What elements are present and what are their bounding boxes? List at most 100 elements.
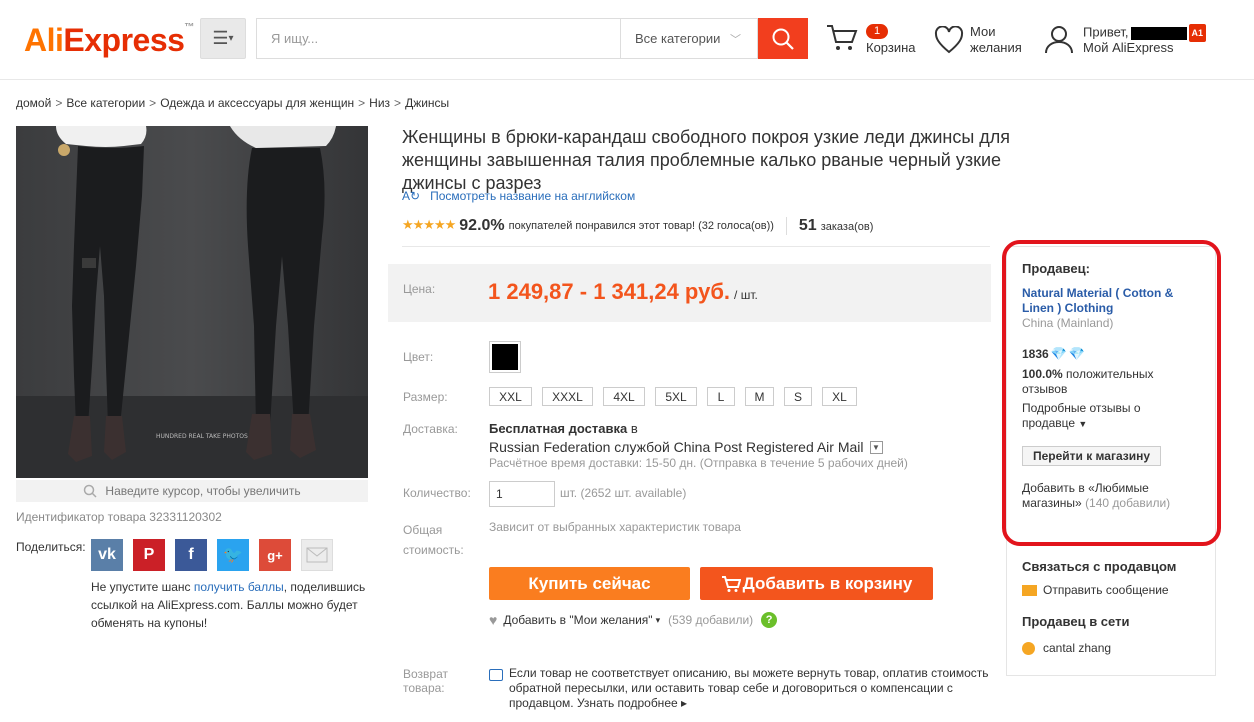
breadcrumb-women-clothing[interactable]: Одежда и аксессуары для женщин [160,96,354,110]
shipping-dropdown-icon[interactable]: ▼ [869,440,883,454]
add-to-cart-button[interactable]: Добавить в корзину [700,567,933,600]
translate-link[interactable]: A↻ Посмотреть название на английском [402,189,635,203]
rating-row: ★★★★★ 92.0% покупателей понравился этот … [402,217,990,247]
size-option-5xl[interactable]: 5XL [655,387,697,406]
size-option-xxxl[interactable]: XXXL [542,387,593,406]
share-label: Поделиться: [16,540,86,554]
category-select[interactable]: Все категории ﹀ [620,18,758,59]
search-field[interactable] [256,18,620,59]
member-level-badge: A1 [1188,24,1207,42]
category-menu-button[interactable]: ☰ ▾ [200,18,246,59]
wishlist-line-2: желания [970,40,1022,55]
share-promo: Не упустите шанс получить баллы, поделив… [91,578,381,632]
heart-icon[interactable] [934,26,964,54]
site-header: AliExpress™ ☰▾ Все категории ﹀ 1 Корзина… [0,0,1254,80]
returns-label-line-1: Возврат [403,667,448,681]
product-title: Женщины в брюки-карандаш свободного покр… [402,127,1011,193]
google-plus-icon: g+ [267,547,283,563]
size-option-s[interactable]: S [784,387,812,406]
product-photo: HUNDRED REAL TAKE PHOTOS [16,126,368,478]
search-input[interactable] [271,31,606,46]
return-policy-icon [489,669,503,681]
total-label-line-1: Общая [403,523,443,537]
add-to-cart-label: Добавить в корзину [742,573,913,593]
hamburger-icon: ☰ [212,28,229,48]
help-icon[interactable]: ? [761,612,778,628]
total-label: Общая стоимость: [403,520,464,560]
favorite-store-count: (140 добавили) [1085,496,1171,510]
orders-count: 51 заказа(ов) [785,217,873,235]
size-option-xxl[interactable]: XXL [489,387,532,406]
detailed-feedback-dropdown[interactable]: Подробные отзывы о продавце ▼ [1022,401,1192,432]
send-message-link[interactable]: Отправить сообщение [1022,583,1169,597]
product-main-image[interactable]: HUNDRED REAL TAKE PHOTOS [16,126,368,478]
total-note: Зависит от выбранных характеристик товар… [489,520,741,534]
shipping-method-text: Russian Federation службой China Post Re… [489,439,864,455]
cart-link[interactable]: Корзина [866,40,916,55]
wishlist-link[interactable]: Мои желания [970,24,1030,56]
seller-score[interactable]: 1836 💎 💎 [1022,346,1085,362]
shipping-method[interactable]: Russian Federation службой China Post Re… [489,439,883,455]
vk-share-button[interactable]: vk [91,539,123,571]
email-share-button[interactable] [301,539,333,571]
size-option-4xl[interactable]: 4XL [603,387,645,406]
breadcrumb-home[interactable]: домой [16,96,51,110]
zoom-hint-text: Наведите курсор, чтобы увеличить [105,484,301,498]
returns-label: Возврат товара: [403,667,448,695]
learn-more-link[interactable]: Узнать подробнее ▸ [577,696,687,710]
price-value: 1 249,87 - 1 341,24 руб. / шт. [488,279,758,305]
seller-heading: Продавец: [1022,261,1090,276]
chevron-down-icon: ﹀ [730,34,741,46]
price-label: Цена: [403,282,436,296]
size-option-xl[interactable]: XL [822,387,857,406]
size-label: Размер: [403,390,448,404]
size-option-l[interactable]: L [707,387,735,406]
cart-icon[interactable] [826,24,858,52]
aliexpress-logo[interactable]: AliExpress™ [24,22,194,59]
color-option-black[interactable] [489,341,521,373]
magnifier-icon [84,484,97,498]
seller-location: China (Mainland) [1022,316,1114,330]
color-swatch-fill [492,344,518,370]
facebook-icon: f [188,546,194,563]
breadcrumb-all-categories[interactable]: Все категории [66,96,145,110]
seller-name-link[interactable]: Natural Material ( Cotton & Linen ) Clot… [1022,286,1192,316]
caret-down-icon: ▼ [1078,419,1088,429]
search-icon [772,28,794,50]
zoom-hint: Наведите курсор, чтобы увеличить [16,480,368,502]
wishlist-line-1: Мои [970,24,996,39]
star-rating-icon: ★★★★★ [402,217,456,232]
go-to-store-button[interactable]: Перейти к магазину [1022,446,1161,466]
user-icon[interactable] [1044,24,1074,54]
size-option-m[interactable]: M [745,387,774,406]
returns-text: Если товар не соответствует описанию, вы… [509,666,991,711]
get-points-link[interactable]: получить баллы [194,580,284,594]
total-label-line-2: стоимость: [403,543,464,557]
diamond-icon: 💎 [1068,346,1086,361]
add-to-wishlist-label: Добавить в "Мои желания" [503,613,653,627]
contact-seller-heading: Связаться с продавцом [1022,559,1177,574]
learn-more-text: Узнать подробнее [576,696,678,710]
shipping-label: Доставка: [403,422,458,436]
my-aliexpress-link[interactable]: Мой AliExpress [1083,40,1174,55]
rating-text[interactable]: покупателей понравился этот товар! (32 г… [509,220,774,232]
add-to-favorite-stores[interactable]: Добавить в «Любимые магазины» (140 добав… [1022,481,1197,511]
breadcrumb-jeans[interactable]: Джинсы [405,96,449,110]
online-seller-contact[interactable]: cantal zhang [1022,641,1111,655]
twitter-icon: 🐦 [223,547,243,564]
caret-down-icon: ▾ [228,33,234,44]
buy-now-button[interactable]: Купить сейчас [489,567,690,600]
breadcrumb-bottoms[interactable]: Низ [369,96,390,110]
twitter-share-button[interactable]: 🐦 [217,539,249,571]
add-to-wishlist[interactable]: ♥ Добавить в "Мои желания" ▾ (539 добави… [489,612,778,628]
online-seller-name: cantal zhang [1043,641,1112,655]
pinterest-share-button[interactable]: P [133,539,165,571]
quantity-input[interactable] [489,481,555,507]
wishlist-count: (539 добавили) [668,613,754,627]
search-button[interactable] [758,18,808,59]
seller-online-heading: Продавец в сети [1022,614,1130,629]
facebook-share-button[interactable]: f [175,539,207,571]
google-plus-share-button[interactable]: g+ [259,539,291,571]
price-unit: / шт. [734,288,758,302]
online-status-icon [1022,641,1035,655]
